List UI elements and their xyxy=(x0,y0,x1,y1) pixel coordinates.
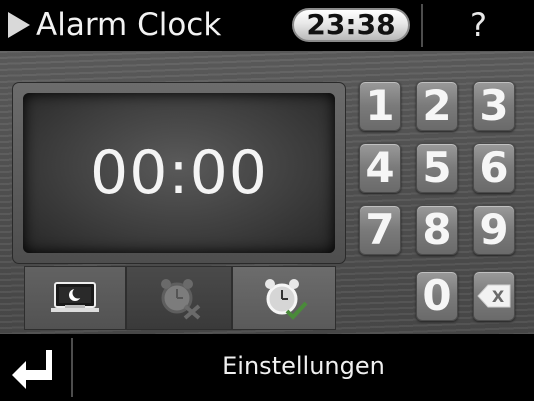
keypad-key-9[interactable]: 9 xyxy=(473,205,515,255)
tab-alarm-off[interactable] xyxy=(126,266,232,330)
alarm-time-value: 00:00 xyxy=(90,138,268,208)
backspace-button[interactable]: X xyxy=(473,271,515,321)
backspace-icon: X xyxy=(477,284,511,308)
main-panel: 00:00 1 2 3 4 5 6 7 8 9 0 X xyxy=(0,51,534,334)
tab-night-mode[interactable] xyxy=(24,266,126,330)
keypad-key-7[interactable]: 7 xyxy=(359,205,401,255)
keypad-key-1[interactable]: 1 xyxy=(359,81,401,131)
alarm-clock-screen: Alarm Clock 23:38 ? 00:00 1 2 3 4 5 6 7 … xyxy=(0,0,534,401)
keypad-key-5[interactable]: 5 xyxy=(416,143,458,193)
help-button[interactable]: ? xyxy=(423,0,534,51)
alarm-on-icon xyxy=(265,279,308,320)
keypad-key-3[interactable]: 3 xyxy=(473,81,515,131)
settings-button[interactable]: Einstellungen xyxy=(73,334,534,401)
page-title: Alarm Clock xyxy=(36,7,222,43)
tab-alarm-on[interactable] xyxy=(232,266,336,330)
alarm-time-display[interactable]: 00:00 xyxy=(23,93,335,253)
title-bar: Alarm Clock 23:38 ? xyxy=(0,0,534,51)
alarm-off-icon xyxy=(161,279,201,320)
keypad-key-6[interactable]: 6 xyxy=(473,143,515,193)
keypad-key-0[interactable]: 0 xyxy=(416,271,458,321)
keypad-key-2[interactable]: 2 xyxy=(416,81,458,131)
alarm-time-display-frame: 00:00 xyxy=(12,82,346,264)
keypad-key-4[interactable]: 4 xyxy=(359,143,401,193)
keypad-key-8[interactable]: 8 xyxy=(416,205,458,255)
back-button[interactable] xyxy=(0,334,71,401)
bottom-bar: Einstellungen xyxy=(0,334,534,401)
current-time-badge: 23:38 xyxy=(292,8,410,42)
back-arrow-icon xyxy=(12,350,52,389)
backspace-glyph: X xyxy=(492,287,505,306)
night-mode-icon xyxy=(51,282,99,312)
play-triangle-icon xyxy=(8,12,30,38)
